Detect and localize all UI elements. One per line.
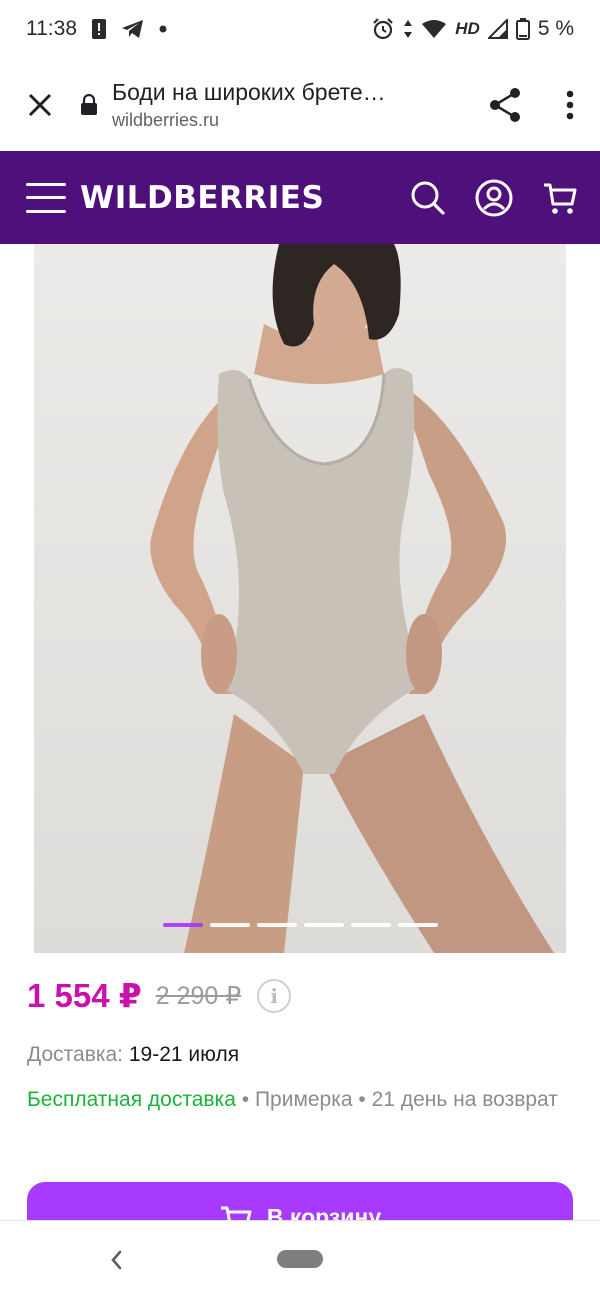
battery-icon [515,18,530,40]
back-chevron-icon [111,1250,122,1270]
cart-icon[interactable] [540,178,580,218]
slide-dot-3[interactable] [256,923,297,927]
slide-dot-5[interactable] [350,923,391,927]
system-nav-bar [0,1220,600,1298]
fitting-text: Примерка [254,1088,353,1111]
profile-icon[interactable] [474,178,514,218]
separator: • [358,1088,366,1111]
site-header: WILDBERRIES [0,151,600,244]
returns-text: 21 день на возврат [371,1088,558,1111]
slide-dot-6[interactable] [397,923,438,927]
close-tab-button[interactable] [0,58,80,151]
delivery-date: 19-21 июля [128,1043,240,1066]
separator: • [241,1088,250,1111]
product-model-image [34,244,566,953]
slide-indicator [34,923,566,927]
delivery-label: Доставка: [27,1043,124,1066]
notification-dot-icon [159,25,167,33]
lock-icon [80,93,106,116]
info-icon[interactable]: i [257,978,292,1013]
battery-level: 5 % [537,17,574,40]
more-menu-button[interactable] [540,58,600,151]
free-delivery-text: Бесплатная доставка [27,1088,236,1111]
slide-dot-1[interactable] [162,923,203,927]
search-icon[interactable] [408,178,448,218]
delivery-features: Бесплатная доставка • Примерка • 21 день… [27,1083,567,1117]
url-block[interactable]: Боди на широких брете… wildberries.ru [80,79,470,131]
current-price: 1 554 ₽ [27,977,142,1014]
old-price: 2 290 ₽ [155,981,242,1010]
close-icon [28,93,52,116]
page-domain: wildberries.ru [112,109,220,130]
share-button[interactable] [470,58,540,151]
more-vert-icon [566,90,574,119]
home-pill[interactable] [277,1250,323,1268]
slide-dot-2[interactable] [209,923,250,927]
product-photo[interactable] [34,244,566,953]
network-type: HD [455,19,480,38]
telegram-icon [121,19,145,39]
hamburger-menu-icon[interactable] [26,182,66,213]
header-icons [408,178,580,218]
url-text: Боди на широких брете… wildberries.ru [112,79,386,131]
share-icon [490,87,520,122]
alarm-icon [371,17,395,41]
status-time: 11:38 [26,17,77,40]
site-logo[interactable]: WILDBERRIES [80,180,408,216]
data-transfer-icon [403,19,413,39]
wifi-icon [421,19,447,39]
slide-dot-4[interactable] [303,923,344,927]
signal-icon [487,19,508,39]
back-nav-button[interactable] [104,1243,128,1277]
status-bar: 11:38 HD 5 % [0,0,600,58]
status-right: HD 5 % [371,17,574,41]
status-left: 11:38 [26,17,167,41]
browser-toolbar: Боди на широких брете… wildberries.ru [0,58,600,151]
page-title: Боди на широких брете… [112,78,386,105]
delivery-info: Доставка: 19-21 июля [27,1043,239,1067]
notification-alert-icon [91,18,107,40]
price-row: 1 554 ₽ 2 290 ₽ i [27,976,292,1015]
